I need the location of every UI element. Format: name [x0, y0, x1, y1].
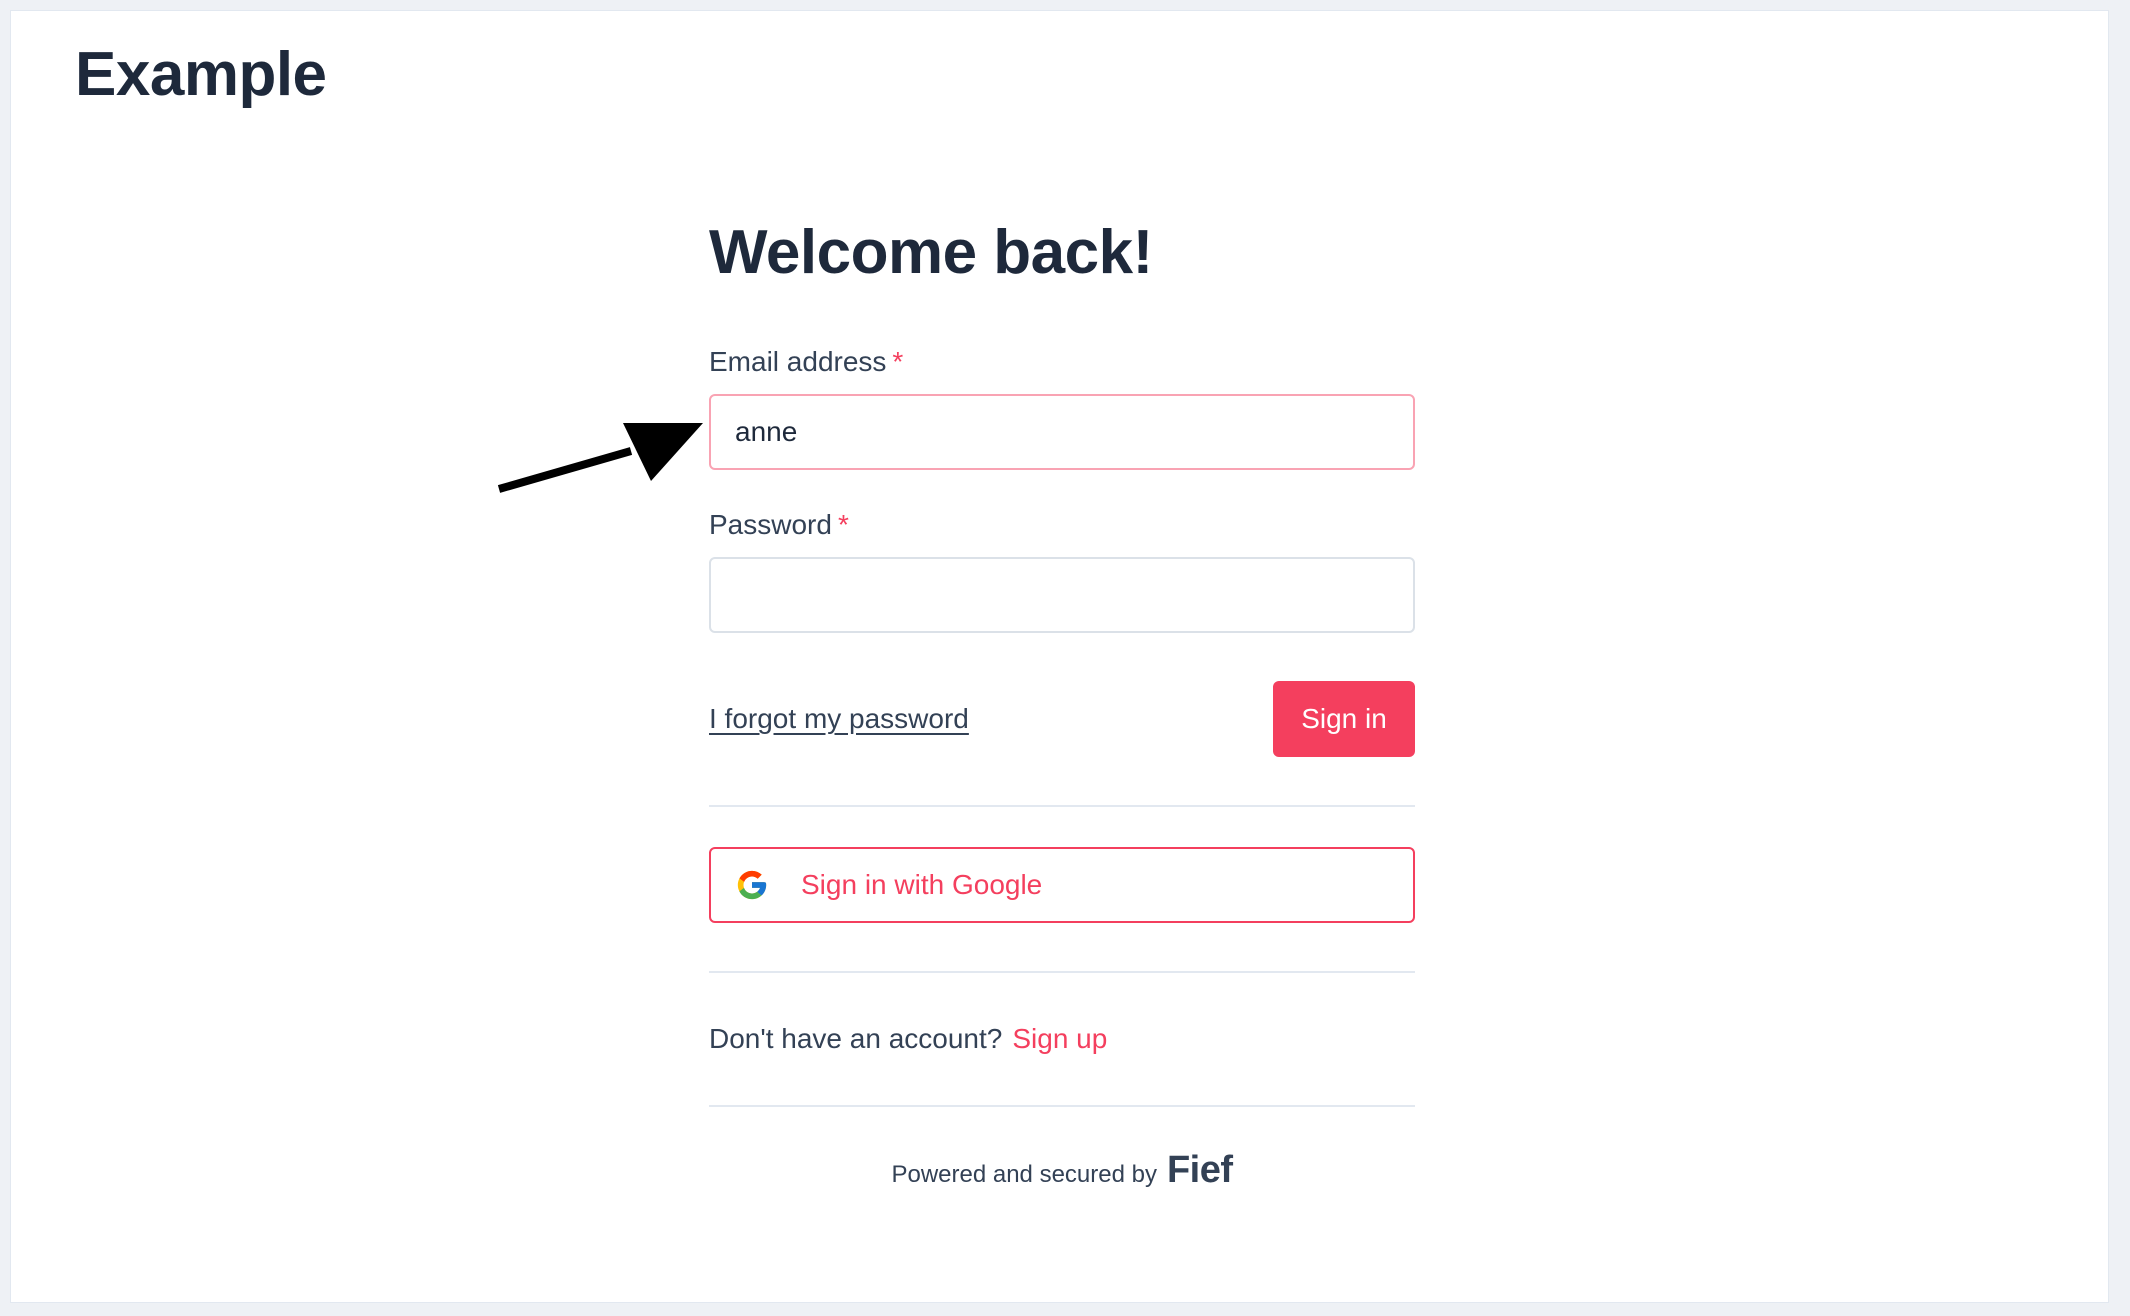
- required-mark: *: [892, 346, 904, 377]
- password-field[interactable]: [709, 557, 1415, 633]
- email-field[interactable]: [709, 394, 1415, 470]
- google-button-label: Sign in with Google: [801, 869, 1043, 900]
- forgot-password-link[interactable]: I forgot my password: [709, 703, 969, 735]
- google-sign-in-button[interactable]: Sign in with Google: [709, 847, 1415, 923]
- login-form: Welcome back! Email address* Password* I…: [709, 211, 1415, 1189]
- fief-logo: Fief: [1166, 1149, 1233, 1191]
- divider: [709, 805, 1415, 807]
- sign-up-link[interactable]: Sign up: [1012, 1023, 1107, 1055]
- required-mark: *: [837, 509, 849, 540]
- email-label-text: Email address: [709, 346, 887, 377]
- signup-prompt: Don't have an account?: [709, 1023, 1003, 1054]
- google-icon: [737, 870, 767, 900]
- email-label: Email address *: [709, 345, 1415, 379]
- password-label-text: Password: [709, 509, 832, 540]
- page-frame: Example Welcome back! Email address* Pas…: [10, 10, 2109, 1303]
- sign-in-button[interactable]: Sign in: [1273, 681, 1415, 757]
- password-label: Password *: [709, 508, 1415, 542]
- powered-text: Powered and secured by: [891, 1161, 1157, 1188]
- powered-by: Powered and secured by Fief: [709, 1151, 1415, 1189]
- divider: [709, 1105, 1415, 1107]
- form-actions: I forgot my password Sign in: [709, 681, 1415, 757]
- page-title: Welcome back!: [709, 218, 1153, 287]
- arrow-icon: [497, 423, 703, 493]
- signup-row: Don't have an account? Sign up: [709, 973, 1415, 1105]
- brand-title: Example: [75, 40, 327, 109]
